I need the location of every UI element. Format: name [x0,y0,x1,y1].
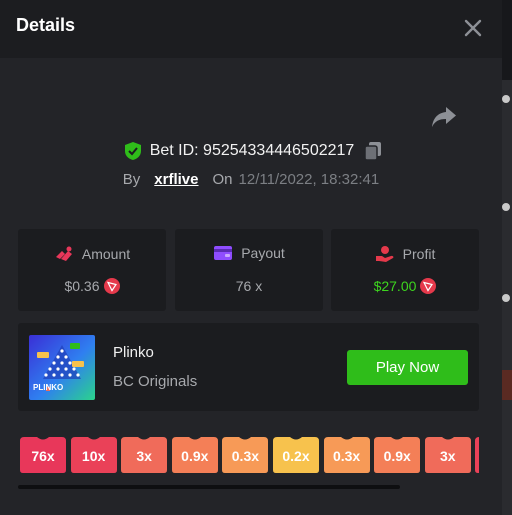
multiplier-tile: 10x [70,437,117,473]
background-dot [502,95,510,103]
multiplier-label: 76x [31,448,55,464]
profit-icon [375,246,394,262]
thumb-caption: PLINKO [33,383,63,392]
bet-datetime: 12/11/2022, 18:32:41 [238,170,380,188]
background-dot [502,203,510,211]
multiplier-label: 0.2x [282,448,310,464]
multiplier-label: 0.9x [383,448,411,464]
profit-value: $27.00 [373,278,417,294]
multiplier-label: 0.9x [181,448,209,464]
payout-label: Payout [241,245,285,261]
play-now-button[interactable]: Play Now [347,350,468,385]
payout-value: 76 x [235,278,263,294]
background-image-fragment [502,370,512,400]
multiplier-label: 3x [440,448,456,464]
amount-label: Amount [81,246,131,262]
multiplier-tile: 76x [20,437,66,473]
multiplier-tile [475,437,479,473]
bet-meta-row: By xrflive On 12/11/2022, 18:32:41 [0,168,502,190]
by-label: By [122,170,141,188]
bet-id-row: Bet ID: 95254334446502217 [0,139,502,163]
game-provider: BC Originals [113,373,198,390]
game-card: PLINKO Plinko BC Originals Play Now [18,323,479,411]
modal-header: Details [0,0,502,58]
amount-value: $0.36 [64,278,100,294]
background-dot [502,294,510,302]
on-label: On [212,170,233,188]
amount-icon [55,246,72,261]
game-name: Plinko [113,344,154,361]
multiplier-label: 0.3x [231,448,260,464]
multiplier-tile: 0.3x [222,437,269,473]
multiplier-tile-shape [475,437,479,473]
multiplier-label: 3x [136,448,152,464]
multiplier-label: 0.3x [332,448,361,464]
profit-card: Profit $27.00 [331,229,479,311]
multiplier-tile: 0.3x [323,437,370,473]
horizontal-scrollbar[interactable] [18,485,400,489]
multiplier-tile: 0.2x [273,437,319,473]
trx-coin-icon [103,278,120,294]
multiplier-tile: 0.9x [374,437,421,473]
trx-coin-icon [420,278,437,294]
share-icon[interactable] [430,104,458,130]
copy-icon[interactable] [364,141,382,161]
modal-title: Details [16,15,76,35]
multiplier-tile: 3x [121,437,168,473]
multiplier-tile: 0.9x [171,437,218,473]
bet-id-text: Bet ID: 95254334446502217 [149,142,355,159]
close-icon[interactable] [462,17,484,39]
username-link[interactable]: xrflive [154,171,198,188]
multiplier-strip: 76x 10x 3x 0.9x 0.3x 0.2x 0.3x 0.9x 3x [20,437,479,473]
payout-card: Payout 76 x [175,229,323,311]
amount-card: Amount $0.36 [18,229,166,311]
wallet-icon [214,246,233,260]
verified-shield-icon [124,142,141,160]
profit-label: Profit [402,246,436,262]
plinko-thumbnail[interactable]: PLINKO [29,335,95,400]
bet-details-modal: Details Bet ID: 95254334446502217 By xrf… [0,0,502,515]
multiplier-label: 10x [81,448,106,464]
multiplier-tile: 3x [424,437,471,473]
